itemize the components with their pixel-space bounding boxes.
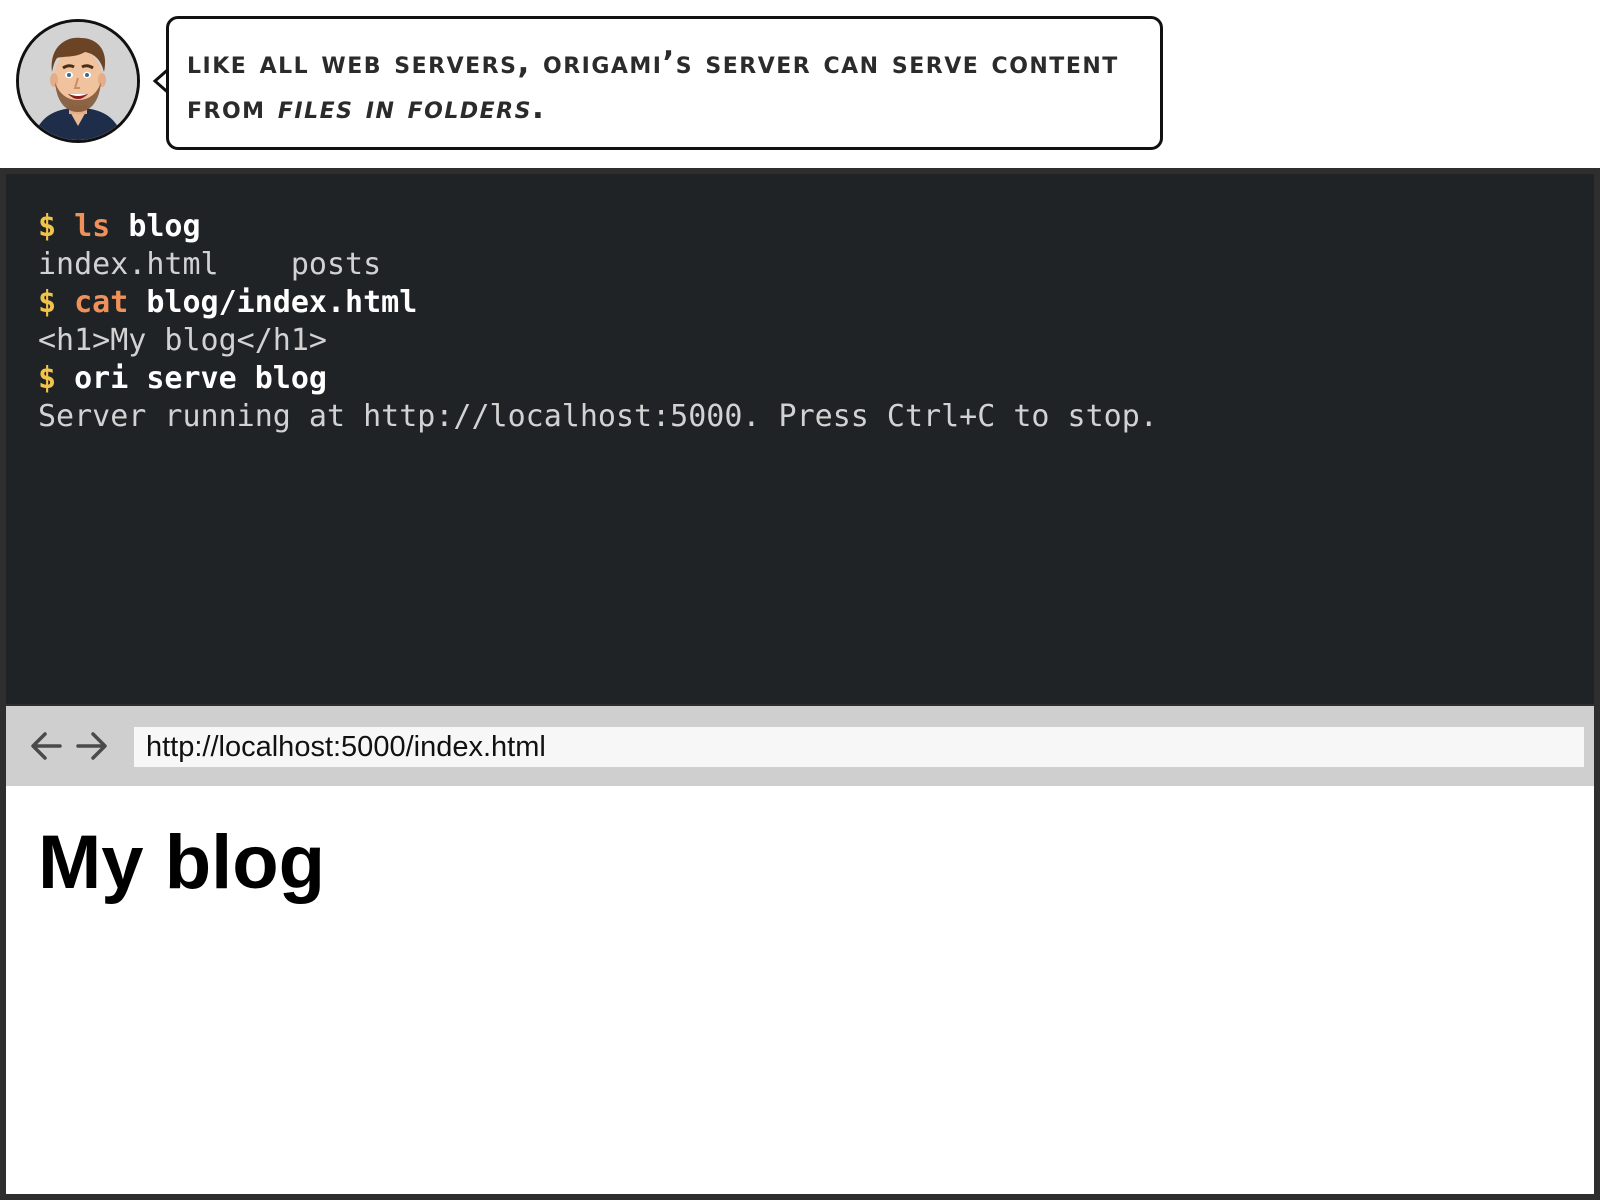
terminal-command-args: blog xyxy=(128,209,201,244)
arrow-right-icon xyxy=(76,732,107,760)
narration-text-end: . xyxy=(531,90,546,126)
terminal-command-args: ori serve blog xyxy=(74,361,327,396)
terminal-prompt: $ xyxy=(38,285,57,320)
terminal-command-args: blog/index.html xyxy=(146,285,418,320)
terminal-line-output: Server running at http://localhost:5000.… xyxy=(38,399,1158,434)
browser-window: http://localhost:5000/index.html My blog xyxy=(6,706,1594,1194)
terminal-line-command: $ ori serve blog xyxy=(38,360,1594,398)
terminal-line-output: index.html posts xyxy=(38,247,382,282)
terminal-prompt: $ xyxy=(38,209,57,244)
terminal-command-name: cat xyxy=(74,285,129,320)
browser-toolbar: http://localhost:5000/index.html xyxy=(6,706,1594,786)
page-heading: My blog xyxy=(38,820,326,905)
terminal-prompt: $ xyxy=(38,361,57,396)
narration-header: Like all web servers, Origami’s server c… xyxy=(0,0,1600,168)
speech-bubble: Like all web servers, Origami’s server c… xyxy=(166,16,1163,150)
back-button[interactable] xyxy=(26,726,66,766)
cartoon-man-portrait-icon xyxy=(19,22,137,140)
avatar xyxy=(16,19,140,143)
narration-text-emphasis: files in folders xyxy=(277,90,532,126)
narration-text: Like all web servers, Origami’s server c… xyxy=(187,41,1142,131)
terminal-panel[interactable]: $ ls blog index.html posts $ cat blog/in… xyxy=(6,174,1594,704)
terminal-command-name: ls xyxy=(74,209,111,244)
terminal-line-command: $ cat blog/index.html xyxy=(38,284,1594,322)
arrow-left-icon xyxy=(31,732,62,760)
terminal-line-command: $ ls blog xyxy=(38,208,1594,246)
page-viewport: My blog xyxy=(6,786,1594,1194)
terminal-line-output: <h1>My blog</h1> xyxy=(38,323,327,358)
forward-button[interactable] xyxy=(72,726,112,766)
address-bar[interactable]: http://localhost:5000/index.html xyxy=(134,727,1584,767)
